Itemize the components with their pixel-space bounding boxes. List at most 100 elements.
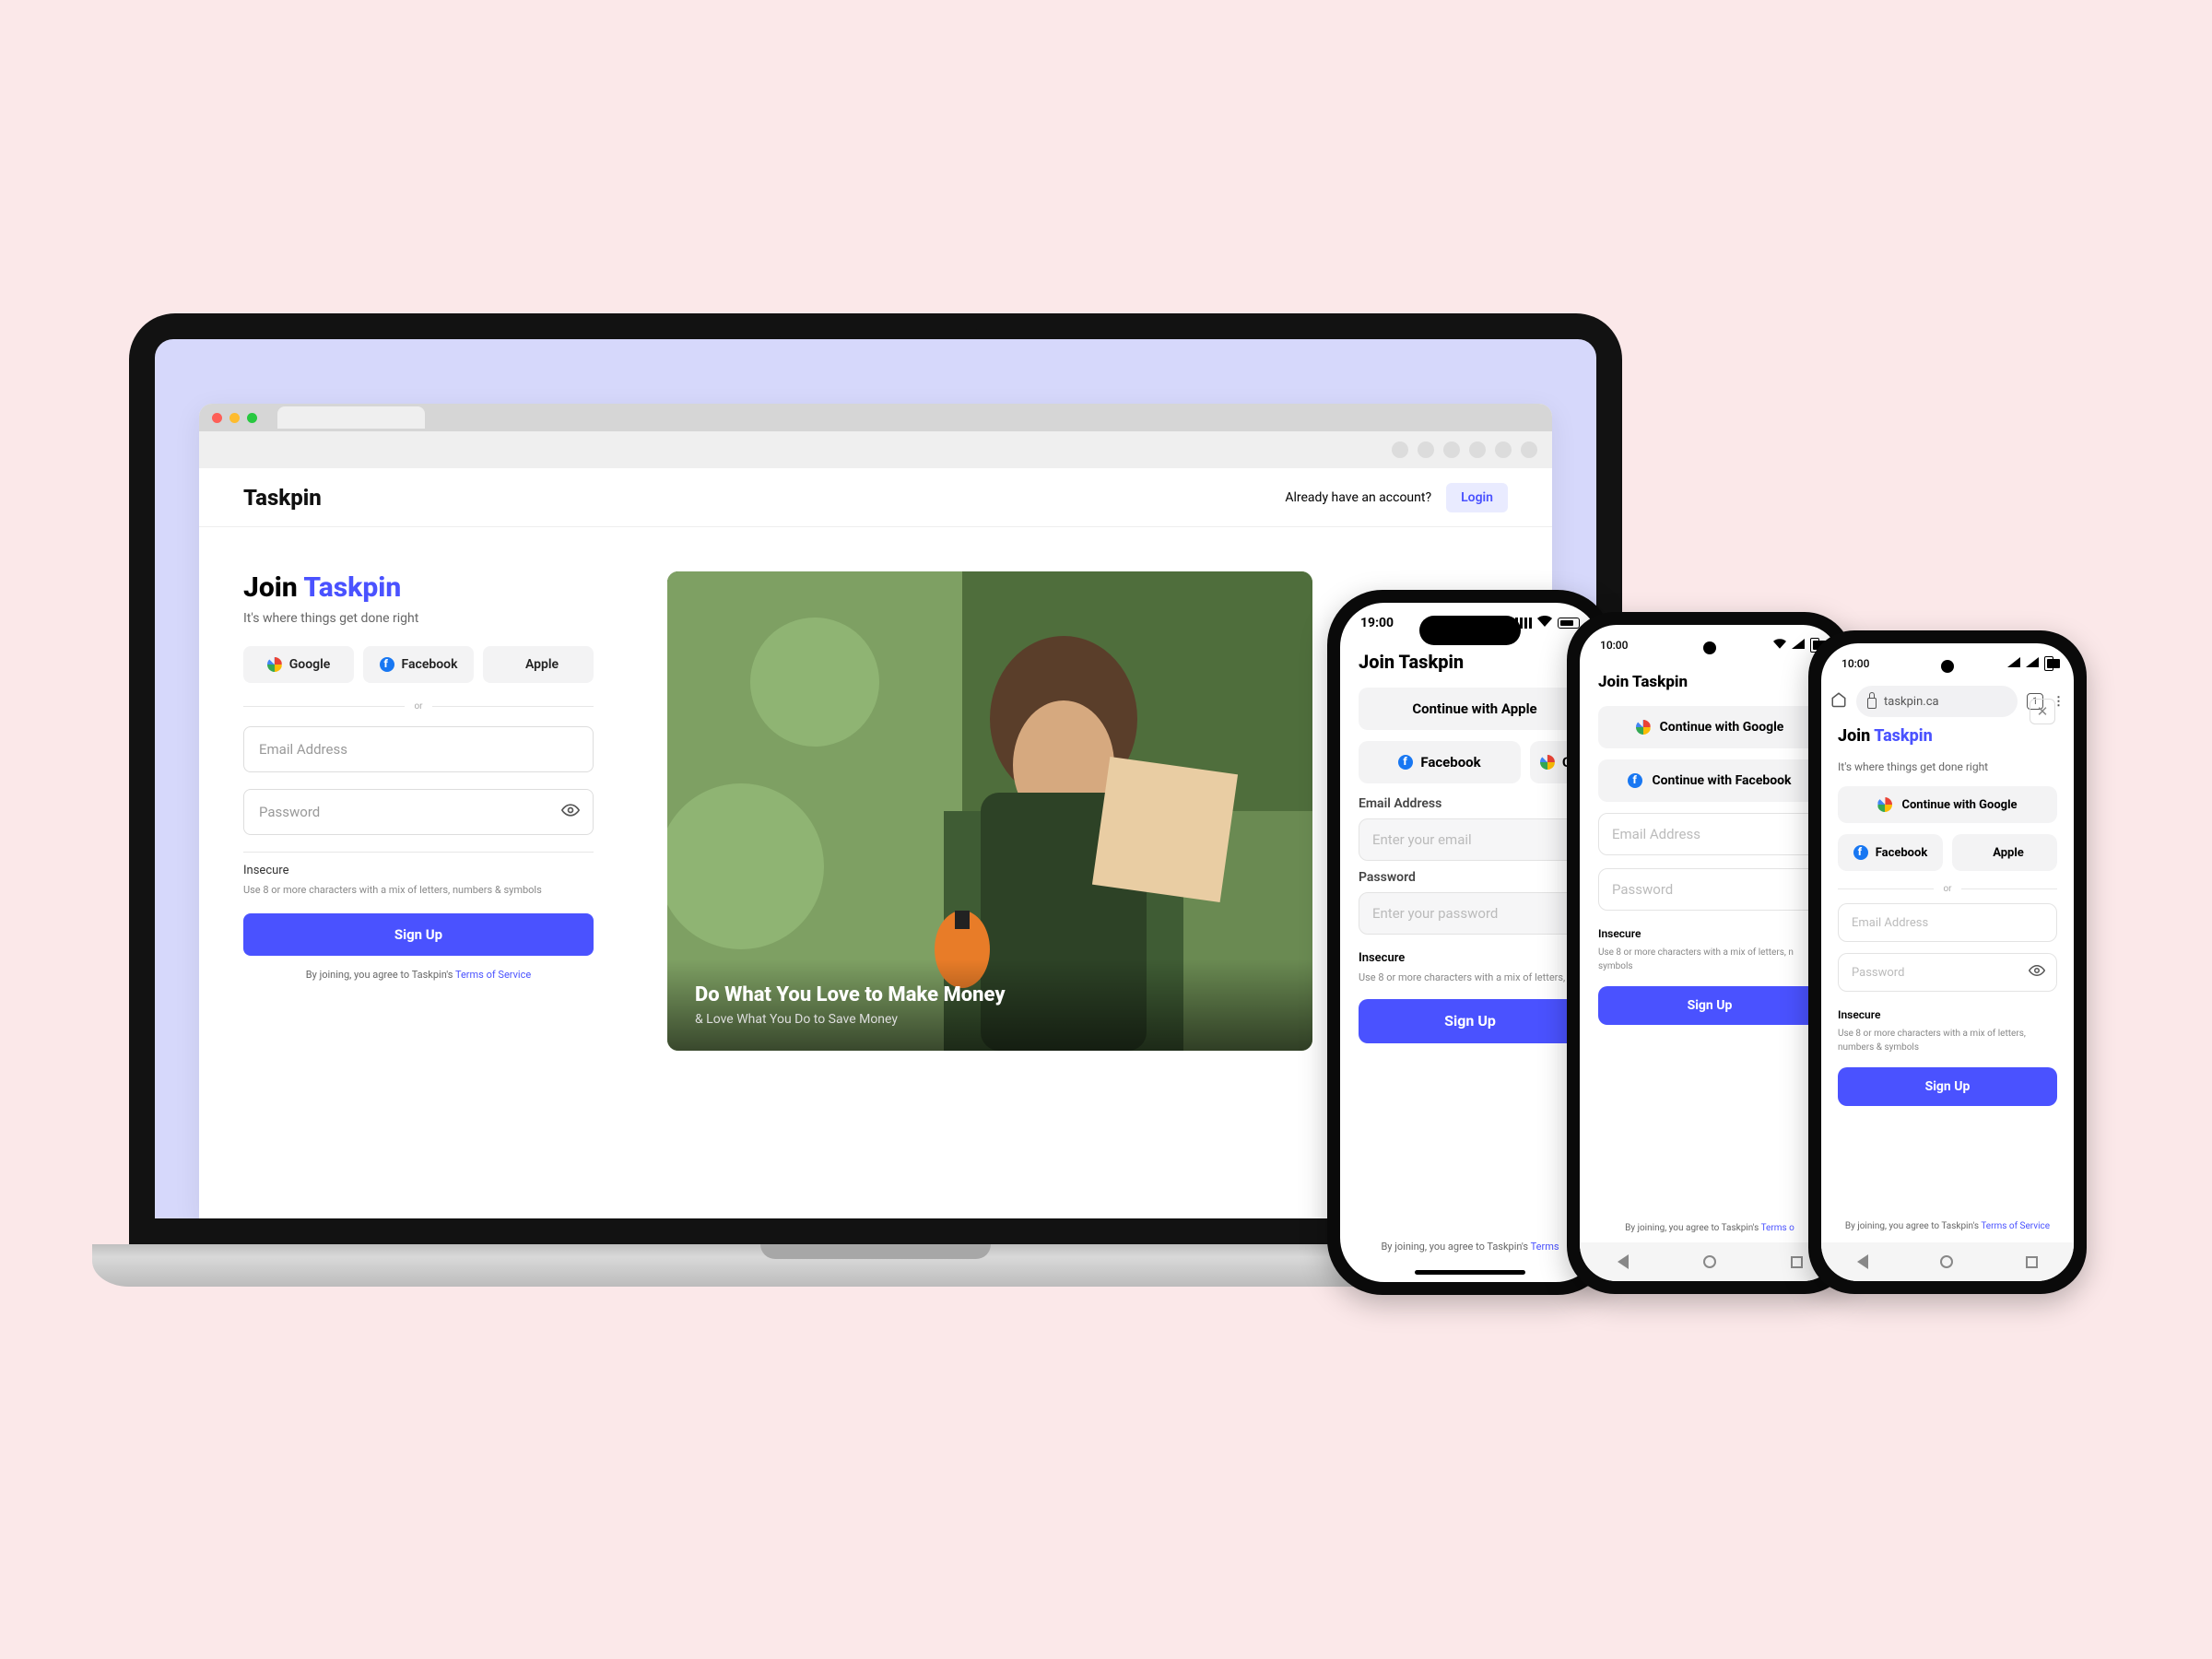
apple-label: Apple bbox=[525, 657, 559, 672]
login-button[interactable]: Login bbox=[1446, 483, 1508, 512]
dynamic-island bbox=[1419, 616, 1521, 645]
password-input[interactable]: Password bbox=[1598, 868, 1821, 911]
signup-button[interactable]: Sign Up bbox=[1838, 1067, 2057, 1106]
browser-tabbar bbox=[199, 404, 1552, 431]
signup-button[interactable]: Sign Up bbox=[243, 913, 594, 956]
facebook-label: Facebook bbox=[1420, 754, 1480, 771]
join-title: Join Taskpin bbox=[1838, 726, 2057, 746]
android-screen: 10:00 Join Taskpin Continue with Google … bbox=[1580, 625, 1840, 1281]
minimize-window-icon[interactable] bbox=[229, 413, 240, 423]
password-placeholder: Password bbox=[1612, 881, 1673, 898]
or-label: or bbox=[414, 701, 422, 712]
password-input[interactable]: Password bbox=[243, 789, 594, 835]
signal-icon bbox=[2007, 657, 2020, 670]
join-title: Join Taskpin bbox=[243, 571, 594, 604]
email-input[interactable]: Email Address bbox=[1598, 813, 1821, 855]
home-indicator bbox=[1415, 1270, 1525, 1275]
google-sso-button[interactable]: Continue with Google bbox=[1838, 786, 2057, 823]
toolbar-icon bbox=[1392, 441, 1408, 458]
hero-subtitle: & Love What You Do to Save Money bbox=[695, 1012, 1285, 1027]
maximize-window-icon[interactable] bbox=[247, 413, 257, 423]
email-label: Email Address bbox=[1359, 796, 1582, 811]
email-placeholder: Email Address bbox=[1852, 916, 1928, 930]
tos-text: By joining, you agree to Taskpin's Terms… bbox=[1821, 1219, 2074, 1233]
google-icon bbox=[1540, 755, 1555, 770]
browser-tab[interactable] bbox=[277, 406, 425, 429]
camera-punch bbox=[1941, 660, 1954, 673]
email-input[interactable]: Email Address bbox=[1838, 903, 2057, 942]
close-window-icon[interactable] bbox=[212, 413, 222, 423]
recents-icon[interactable] bbox=[1791, 1256, 1803, 1268]
facebook-icon bbox=[380, 657, 394, 672]
apple-sso-button[interactable]: Apple bbox=[483, 646, 594, 683]
eye-icon[interactable] bbox=[561, 801, 580, 823]
google-sso-button[interactable]: Google bbox=[243, 646, 354, 683]
email-input[interactable]: Enter your email bbox=[1359, 818, 1582, 861]
sso-row: Facebook G bbox=[1359, 741, 1582, 783]
phone-content: Join Taskpin It's where things get done … bbox=[1821, 726, 2074, 1106]
facebook-sso-button[interactable]: Facebook bbox=[1359, 741, 1521, 783]
home-icon[interactable] bbox=[1703, 1255, 1716, 1268]
password-placeholder: Password bbox=[1852, 966, 1904, 980]
facebook-label: Facebook bbox=[1876, 846, 1928, 860]
join-prefix: Join bbox=[243, 571, 303, 604]
url-text: taskpin.ca bbox=[1884, 695, 1939, 709]
already-account-label: Already have an account? bbox=[1285, 490, 1431, 505]
signup-button[interactable]: Sign Up bbox=[1598, 986, 1821, 1025]
facebook-icon bbox=[1628, 773, 1642, 788]
email-input[interactable]: Email Address bbox=[243, 726, 594, 772]
signup-form: Join Taskpin It's where things get done … bbox=[243, 571, 594, 1051]
url-bar[interactable]: taskpin.ca bbox=[1856, 686, 2018, 717]
toolbar-icon bbox=[1418, 441, 1434, 458]
toolbar-icon bbox=[1495, 441, 1512, 458]
google-sso-label: Continue with Google bbox=[1901, 798, 2017, 812]
page-header: Taskpin Already have an account? Login bbox=[199, 468, 1552, 527]
or-divider: or bbox=[1838, 884, 2057, 894]
apple-sso-button[interactable]: Apple bbox=[1952, 834, 2057, 871]
toolbar-icon bbox=[1443, 441, 1460, 458]
join-title: Join Taskpin bbox=[1359, 651, 1582, 673]
toolbar-icon bbox=[1469, 441, 1486, 458]
apple-sso-label: Continue with Apple bbox=[1412, 700, 1536, 717]
browser-toolbar bbox=[199, 431, 1552, 468]
password-input[interactable]: Password bbox=[1838, 953, 2057, 992]
tos-text: By joining, you agree to Taskpin's Terms… bbox=[1580, 1221, 1840, 1235]
facebook-icon bbox=[1398, 755, 1413, 770]
home-icon[interactable] bbox=[1830, 691, 1847, 712]
tos-link[interactable]: Terms o bbox=[1761, 1223, 1794, 1233]
close-button[interactable]: ✕ bbox=[2030, 699, 2055, 724]
eye-icon[interactable] bbox=[2029, 962, 2045, 982]
google-icon bbox=[267, 657, 282, 672]
password-strength-label: Insecure bbox=[1359, 951, 1582, 965]
google-icon bbox=[1877, 797, 1892, 812]
password-strength-label: Insecure bbox=[243, 852, 594, 877]
or-divider: or bbox=[243, 701, 594, 712]
recents-icon[interactable] bbox=[2026, 1256, 2038, 1268]
password-input[interactable]: Enter your password bbox=[1359, 892, 1582, 935]
password-strength-label: Insecure bbox=[1838, 1008, 2057, 1021]
tos-prefix: By joining, you agree to Taskpin's bbox=[306, 969, 455, 981]
google-sso-button[interactable]: Continue with Google bbox=[1598, 706, 1821, 748]
lock-icon bbox=[1867, 698, 1877, 709]
back-icon[interactable] bbox=[1857, 1254, 1868, 1269]
apple-sso-button[interactable]: Continue with Apple bbox=[1359, 688, 1582, 730]
hero-image: Do What You Love to Make Money & Love Wh… bbox=[667, 571, 1312, 1051]
facebook-sso-button[interactable]: Facebook bbox=[1838, 834, 1943, 871]
join-title: Join Taskpin bbox=[1598, 673, 1821, 691]
home-icon[interactable] bbox=[1940, 1255, 1953, 1268]
tos-link[interactable]: Terms of Service bbox=[455, 969, 531, 981]
tos-link[interactable]: Terms bbox=[1531, 1241, 1559, 1253]
back-icon[interactable] bbox=[1618, 1254, 1629, 1269]
join-brand: Taskpin bbox=[1874, 726, 1933, 746]
signup-button[interactable]: Sign Up bbox=[1359, 999, 1582, 1043]
tos-link[interactable]: Terms of Service bbox=[1981, 1221, 2050, 1231]
android-screen: 10:00 taskpin.ca 1 ⋮ ✕ Join Taskpin It's… bbox=[1821, 643, 2074, 1281]
tos-text: By joining, you agree to Taskpin's Terms bbox=[1340, 1240, 1600, 1255]
tos-prefix: By joining, you agree to Taskpin's bbox=[1625, 1223, 1760, 1233]
facebook-sso-button[interactable]: Continue with Facebook bbox=[1598, 759, 1821, 802]
tos-prefix: By joining, you agree to Taskpin's bbox=[1381, 1241, 1530, 1253]
password-strength-label: Insecure bbox=[1598, 927, 1821, 940]
facebook-sso-button[interactable]: Facebook bbox=[363, 646, 474, 683]
or-label: or bbox=[1943, 884, 1951, 894]
sso-row: Google Facebook Apple bbox=[243, 646, 594, 683]
